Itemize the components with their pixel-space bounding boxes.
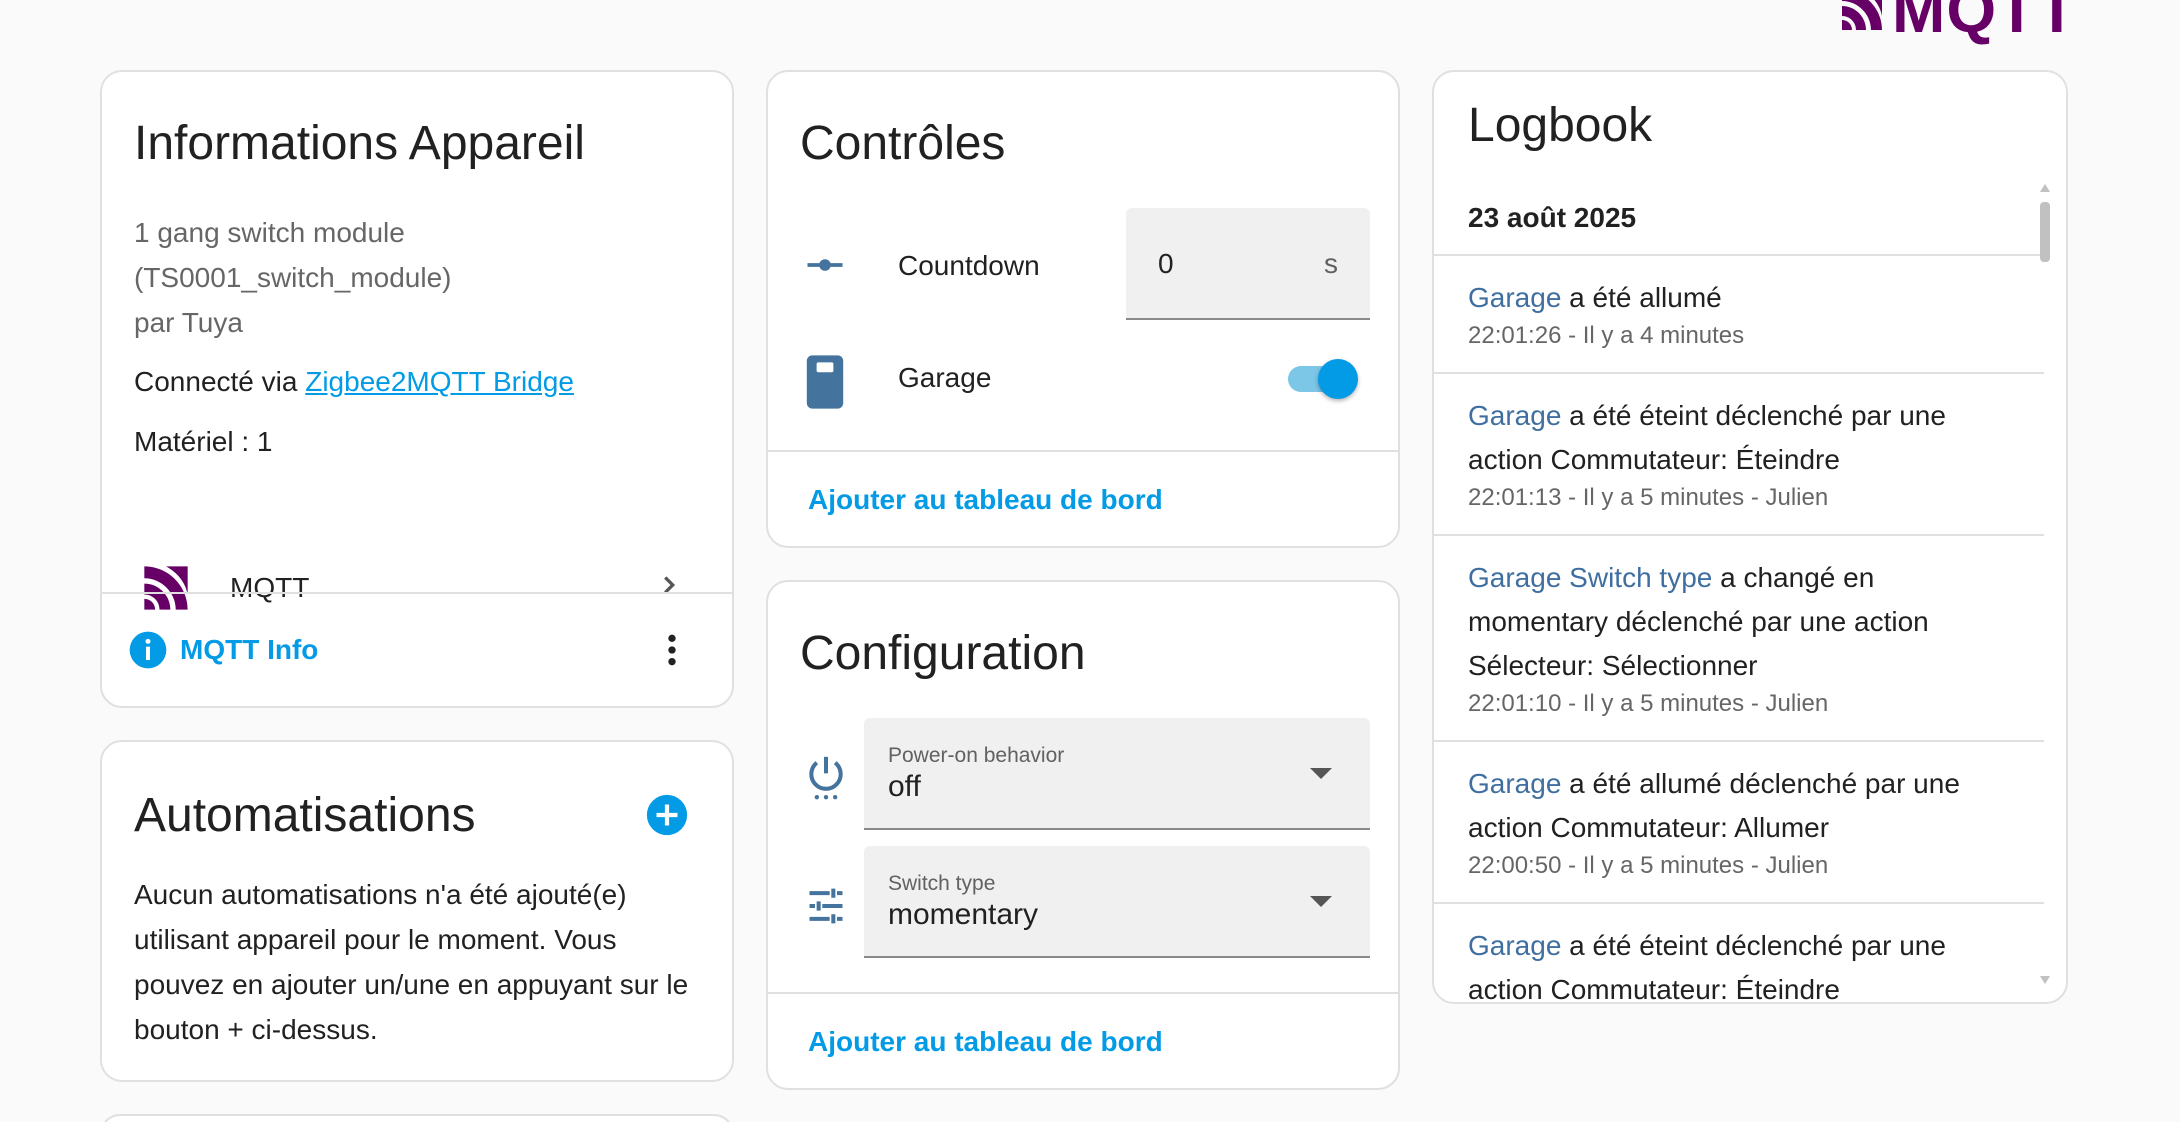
device-model-line1: 1 gang switch module bbox=[134, 217, 405, 248]
device-info-title: Informations Appareil bbox=[134, 117, 585, 170]
logbook-message-line: Sélecteur: Sélectionner bbox=[1468, 650, 1758, 681]
countdown-unit: s bbox=[1324, 248, 1338, 279]
divider bbox=[768, 450, 1398, 452]
automations-empty-line2: utilisant appareil pour le moment. Vous bbox=[134, 924, 617, 955]
logbook-message-line: action Commutateur: Éteindre bbox=[1468, 444, 1840, 475]
next-card-peek bbox=[100, 1114, 734, 1122]
configuration-card: Configuration Power-on behavior off Swit… bbox=[766, 580, 1400, 1090]
switch-type-label: Switch type bbox=[888, 872, 996, 895]
divider bbox=[768, 992, 1398, 994]
add-to-dashboard-button[interactable]: Ajouter au tableau de bord bbox=[808, 484, 1163, 516]
logbook-message-text: a été éteint déclenché par une bbox=[1561, 400, 1946, 431]
device-model: 1 gang switch module (TS0001_switch_modu… bbox=[134, 210, 452, 345]
mqtt-info-button[interactable]: MQTT Info bbox=[128, 628, 318, 672]
logbook-entry-time: 22:01:10 - Il y a 5 minutes - Julien bbox=[1468, 690, 1829, 717]
logbook-entry: Garage a été éteint déclenché par une ac… bbox=[1434, 372, 2044, 512]
connected-via: Connecté via Zigbee2MQTT Bridge bbox=[134, 366, 574, 398]
device-info-card: Informations Appareil 1 gang switch modu… bbox=[100, 70, 734, 708]
automations-empty-line3: pouvez en ajouter un/une en appuyant sur… bbox=[134, 969, 689, 1000]
bridge-link[interactable]: Zigbee2MQTT Bridge bbox=[305, 366, 574, 397]
dropdown-arrow-icon bbox=[1310, 768, 1332, 779]
automations-card: Automatisations Aucun automatisations n'… bbox=[100, 740, 734, 1082]
device-manufacturer: par Tuya bbox=[134, 307, 243, 338]
connected-via-prefix: Connecté via bbox=[134, 366, 298, 397]
logbook-scrollbar[interactable] bbox=[2040, 184, 2050, 984]
automations-empty-line1: Aucun automatisations n'a été ajouté(e) bbox=[134, 879, 627, 910]
countdown-input[interactable]: 0 s bbox=[1126, 208, 1370, 320]
mqtt-logo: MQTT bbox=[1838, 0, 2077, 42]
hardware-version: Matériel : 1 bbox=[134, 426, 273, 457]
logbook-entry-message: Garage a été éteint déclenché par une bbox=[1468, 394, 2044, 438]
automations-empty-line4: bouton + ci-dessus. bbox=[134, 1014, 378, 1045]
mqtt-info-label: MQTT Info bbox=[180, 634, 319, 665]
logbook-entity-link[interactable]: Garage bbox=[1468, 930, 1561, 961]
power-icon bbox=[809, 756, 843, 800]
logbook-entity-link[interactable]: Garage Switch type bbox=[1468, 562, 1712, 593]
controls-title: Contrôles bbox=[800, 117, 1006, 170]
scroll-up-arrow-icon[interactable] bbox=[2040, 184, 2050, 192]
garage-icon bbox=[806, 355, 844, 409]
garage-label: Garage bbox=[898, 362, 992, 393]
logbook-entry-message: Garage a été éteint déclenché par une bbox=[1468, 924, 2044, 968]
countdown-value: 0 bbox=[1158, 248, 1174, 279]
logbook-message-text: a été allumé déclenché par une bbox=[1561, 768, 1960, 799]
configuration-title: Configuration bbox=[800, 627, 1086, 680]
logbook-message-line: action Commutateur: Allumer bbox=[1468, 812, 1830, 843]
logbook-entry-time: 22:01:26 - Il y a 4 minutes bbox=[1468, 322, 1745, 349]
logbook-entry-message: Garage a été allumé bbox=[1468, 276, 2044, 320]
controls-card: Contrôles Countdown 0 s Garage Ajouter a… bbox=[766, 70, 1400, 548]
logbook-message-text: a changé en bbox=[1712, 562, 1875, 593]
switch-type-select[interactable]: Switch type momentary bbox=[864, 846, 1370, 958]
logbook-entity-link[interactable]: Garage bbox=[1468, 768, 1561, 799]
logbook-entry: Garage a été allumé 22:01:26 - Il y a 4 … bbox=[1434, 254, 2044, 350]
info-icon bbox=[129, 631, 167, 669]
scroll-down-arrow-icon[interactable] bbox=[2040, 976, 2050, 984]
tune-icon bbox=[809, 888, 843, 924]
logbook-message-line: action Commutateur: Éteindre bbox=[1468, 974, 1840, 1004]
logbook-entry-message: Garage a été allumé déclenché par une bbox=[1468, 762, 2044, 806]
mqtt-integration-icon bbox=[144, 566, 188, 610]
device-model-line2: (TS0001_switch_module) bbox=[134, 262, 452, 293]
power-on-behavior-label: Power-on behavior bbox=[888, 744, 1065, 767]
logbook-entity-link[interactable]: Garage bbox=[1468, 400, 1561, 431]
logbook-card: Logbook 23 août 2025 Garage a été allumé… bbox=[1432, 70, 2068, 1004]
divider bbox=[102, 592, 732, 594]
logbook-title: Logbook bbox=[1468, 99, 1653, 152]
logbook-list[interactable]: Garage a été allumé 22:01:26 - Il y a 4 … bbox=[1434, 254, 2044, 1004]
logbook-entry-time: 22:00:50 - Il y a 5 minutes - Julien bbox=[1468, 852, 1829, 879]
garage-toggle-knob bbox=[1318, 359, 1358, 399]
add-automation-icon[interactable] bbox=[646, 794, 688, 836]
logbook-entry: Garage a été éteint déclenché par une ac… bbox=[1434, 902, 2044, 1004]
switch-type-value: momentary bbox=[888, 898, 1039, 931]
automations-title: Automatisations bbox=[134, 789, 476, 842]
logbook-entry-message: Garage Switch type a changé en bbox=[1468, 556, 2044, 600]
logbook-entry: Garage a été allumé déclenché par une ac… bbox=[1434, 740, 2044, 880]
scroll-thumb[interactable] bbox=[2040, 202, 2050, 262]
integration-label: MQTT bbox=[230, 572, 310, 603]
more-vert-icon[interactable] bbox=[652, 630, 692, 670]
logbook-entity-link[interactable]: Garage bbox=[1468, 282, 1561, 313]
logbook-date: 23 août 2025 bbox=[1468, 202, 1637, 233]
slider-icon bbox=[807, 259, 843, 271]
chevron-right-icon bbox=[664, 576, 676, 594]
logbook-message-line: momentary déclenché par une action bbox=[1468, 606, 1929, 637]
logbook-message-text: a été allumé bbox=[1561, 282, 1722, 313]
power-on-behavior-value: off bbox=[888, 770, 921, 803]
logbook-message-text: a été éteint déclenché par une bbox=[1561, 930, 1946, 961]
mqtt-logo-text: MQTT bbox=[1892, 0, 2078, 46]
dropdown-arrow-icon bbox=[1310, 896, 1332, 907]
countdown-label: Countdown bbox=[898, 250, 1040, 281]
add-to-dashboard-button[interactable]: Ajouter au tableau de bord bbox=[808, 1026, 1163, 1058]
logbook-entry-time: 22:01:13 - Il y a 5 minutes - Julien bbox=[1468, 484, 1829, 511]
garage-toggle[interactable] bbox=[1286, 354, 1366, 404]
automations-empty-text: Aucun automatisations n'a été ajouté(e) … bbox=[134, 872, 688, 1052]
mqtt-logo-icon bbox=[1842, 0, 1882, 30]
power-on-behavior-select[interactable]: Power-on behavior off bbox=[864, 718, 1370, 830]
logbook-entry: Garage Switch type a changé en momentary… bbox=[1434, 534, 2044, 718]
